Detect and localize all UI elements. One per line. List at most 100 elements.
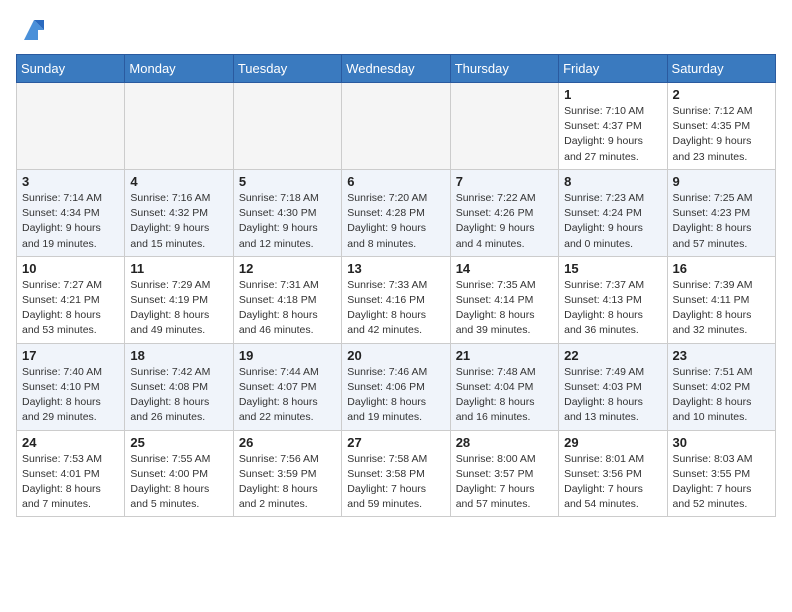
calendar-cell xyxy=(450,83,558,170)
day-number: 4 xyxy=(130,174,227,189)
calendar-cell: 23 Sunrise: 7:51 AM Sunset: 4:02 PM Dayli… xyxy=(667,343,775,430)
calendar-cell: 2 Sunrise: 7:12 AM Sunset: 4:35 PM Daylig… xyxy=(667,83,775,170)
day-info: Sunrise: 8:00 AM Sunset: 3:57 PM Dayligh… xyxy=(456,452,553,513)
day-info: Sunrise: 8:01 AM Sunset: 3:56 PM Dayligh… xyxy=(564,452,661,513)
calendar-week-row: 10 Sunrise: 7:27 AM Sunset: 4:21 PM Dayli… xyxy=(17,256,776,343)
day-info: Sunrise: 7:56 AM Sunset: 3:59 PM Dayligh… xyxy=(239,452,336,513)
day-info: Sunrise: 7:46 AM Sunset: 4:06 PM Dayligh… xyxy=(347,365,444,426)
calendar-cell: 10 Sunrise: 7:27 AM Sunset: 4:21 PM Dayli… xyxy=(17,256,125,343)
calendar-cell: 14 Sunrise: 7:35 AM Sunset: 4:14 PM Dayli… xyxy=(450,256,558,343)
day-number: 1 xyxy=(564,87,661,102)
calendar-cell: 20 Sunrise: 7:46 AM Sunset: 4:06 PM Dayli… xyxy=(342,343,450,430)
day-info: Sunrise: 7:29 AM Sunset: 4:19 PM Dayligh… xyxy=(130,278,227,339)
day-info: Sunrise: 7:40 AM Sunset: 4:10 PM Dayligh… xyxy=(22,365,119,426)
day-info: Sunrise: 7:58 AM Sunset: 3:58 PM Dayligh… xyxy=(347,452,444,513)
calendar-cell: 9 Sunrise: 7:25 AM Sunset: 4:23 PM Daylig… xyxy=(667,169,775,256)
day-info: Sunrise: 7:20 AM Sunset: 4:28 PM Dayligh… xyxy=(347,191,444,252)
day-number: 16 xyxy=(673,261,770,276)
day-number: 27 xyxy=(347,435,444,450)
day-number: 3 xyxy=(22,174,119,189)
calendar-week-row: 3 Sunrise: 7:14 AM Sunset: 4:34 PM Daylig… xyxy=(17,169,776,256)
day-info: Sunrise: 7:23 AM Sunset: 4:24 PM Dayligh… xyxy=(564,191,661,252)
day-number: 30 xyxy=(673,435,770,450)
day-number: 7 xyxy=(456,174,553,189)
day-info: Sunrise: 7:14 AM Sunset: 4:34 PM Dayligh… xyxy=(22,191,119,252)
day-number: 15 xyxy=(564,261,661,276)
day-number: 29 xyxy=(564,435,661,450)
calendar-week-row: 17 Sunrise: 7:40 AM Sunset: 4:10 PM Dayli… xyxy=(17,343,776,430)
calendar-header-row: SundayMondayTuesdayWednesdayThursdayFrid… xyxy=(17,55,776,83)
day-header-wednesday: Wednesday xyxy=(342,55,450,83)
calendar-cell xyxy=(17,83,125,170)
day-number: 28 xyxy=(456,435,553,450)
day-number: 2 xyxy=(673,87,770,102)
day-number: 25 xyxy=(130,435,227,450)
day-number: 8 xyxy=(564,174,661,189)
day-info: Sunrise: 7:22 AM Sunset: 4:26 PM Dayligh… xyxy=(456,191,553,252)
day-info: Sunrise: 7:37 AM Sunset: 4:13 PM Dayligh… xyxy=(564,278,661,339)
day-number: 19 xyxy=(239,348,336,363)
day-header-saturday: Saturday xyxy=(667,55,775,83)
day-info: Sunrise: 7:35 AM Sunset: 4:14 PM Dayligh… xyxy=(456,278,553,339)
calendar-cell: 27 Sunrise: 7:58 AM Sunset: 3:58 PM Dayli… xyxy=(342,430,450,517)
calendar-cell: 29 Sunrise: 8:01 AM Sunset: 3:56 PM Dayli… xyxy=(559,430,667,517)
calendar-cell: 18 Sunrise: 7:42 AM Sunset: 4:08 PM Dayli… xyxy=(125,343,233,430)
calendar-cell: 24 Sunrise: 7:53 AM Sunset: 4:01 PM Dayli… xyxy=(17,430,125,517)
calendar-cell: 19Sunrise: 7:44 AM Sunset: 4:07 PM Dayli… xyxy=(233,343,341,430)
calendar-week-row: 1 Sunrise: 7:10 AM Sunset: 4:37 PM Daylig… xyxy=(17,83,776,170)
day-number: 22 xyxy=(564,348,661,363)
day-info: Sunrise: 7:49 AM Sunset: 4:03 PM Dayligh… xyxy=(564,365,661,426)
calendar-cell: 26 Sunrise: 7:56 AM Sunset: 3:59 PM Dayli… xyxy=(233,430,341,517)
day-info: Sunrise: 7:10 AM Sunset: 4:37 PM Dayligh… xyxy=(564,104,661,165)
calendar-cell: 6 Sunrise: 7:20 AM Sunset: 4:28 PM Daylig… xyxy=(342,169,450,256)
day-number: 18 xyxy=(130,348,227,363)
calendar-cell: 5 Sunrise: 7:18 AM Sunset: 4:30 PM Daylig… xyxy=(233,169,341,256)
calendar-cell: 22 Sunrise: 7:49 AM Sunset: 4:03 PM Dayli… xyxy=(559,343,667,430)
calendar-cell xyxy=(125,83,233,170)
day-number: 20 xyxy=(347,348,444,363)
day-info: Sunrise: 7:25 AM Sunset: 4:23 PM Dayligh… xyxy=(673,191,770,252)
day-number: 9 xyxy=(673,174,770,189)
header xyxy=(16,16,776,44)
calendar-cell xyxy=(233,83,341,170)
calendar-cell: 28 Sunrise: 8:00 AM Sunset: 3:57 PM Dayli… xyxy=(450,430,558,517)
day-info: Sunrise: 7:51 AM Sunset: 4:02 PM Dayligh… xyxy=(673,365,770,426)
calendar-cell: 16Sunrise: 7:39 AM Sunset: 4:11 PM Dayli… xyxy=(667,256,775,343)
calendar-cell: 7 Sunrise: 7:22 AM Sunset: 4:26 PM Daylig… xyxy=(450,169,558,256)
day-number: 13 xyxy=(347,261,444,276)
logo-icon xyxy=(20,16,48,44)
day-header-friday: Friday xyxy=(559,55,667,83)
day-info: Sunrise: 7:48 AM Sunset: 4:04 PM Dayligh… xyxy=(456,365,553,426)
logo xyxy=(16,16,48,44)
day-number: 10 xyxy=(22,261,119,276)
day-number: 14 xyxy=(456,261,553,276)
calendar-cell: 13 Sunrise: 7:33 AM Sunset: 4:16 PM Dayli… xyxy=(342,256,450,343)
calendar-cell: 17 Sunrise: 7:40 AM Sunset: 4:10 PM Dayli… xyxy=(17,343,125,430)
day-number: 5 xyxy=(239,174,336,189)
day-info: Sunrise: 7:53 AM Sunset: 4:01 PM Dayligh… xyxy=(22,452,119,513)
calendar-cell: 8 Sunrise: 7:23 AM Sunset: 4:24 PM Daylig… xyxy=(559,169,667,256)
calendar: SundayMondayTuesdayWednesdayThursdayFrid… xyxy=(16,54,776,517)
day-number: 12 xyxy=(239,261,336,276)
calendar-cell: 12 Sunrise: 7:31 AM Sunset: 4:18 PM Dayli… xyxy=(233,256,341,343)
calendar-cell: 11 Sunrise: 7:29 AM Sunset: 4:19 PM Dayli… xyxy=(125,256,233,343)
day-number: 11 xyxy=(130,261,227,276)
calendar-cell: 1 Sunrise: 7:10 AM Sunset: 4:37 PM Daylig… xyxy=(559,83,667,170)
day-info: Sunrise: 7:31 AM Sunset: 4:18 PM Dayligh… xyxy=(239,278,336,339)
day-info: Sunrise: 7:18 AM Sunset: 4:30 PM Dayligh… xyxy=(239,191,336,252)
day-number: 21 xyxy=(456,348,553,363)
day-info: Sunrise: 7:55 AM Sunset: 4:00 PM Dayligh… xyxy=(130,452,227,513)
day-number: 17 xyxy=(22,348,119,363)
day-info: Sunrise: 7:42 AM Sunset: 4:08 PM Dayligh… xyxy=(130,365,227,426)
calendar-cell xyxy=(342,83,450,170)
day-info: Sunrise: 7:16 AM Sunset: 4:32 PM Dayligh… xyxy=(130,191,227,252)
day-info: Sunrise: 7:12 AM Sunset: 4:35 PM Dayligh… xyxy=(673,104,770,165)
day-info: Sunrise: 7:27 AM Sunset: 4:21 PM Dayligh… xyxy=(22,278,119,339)
day-info: Sunrise: 7:33 AM Sunset: 4:16 PM Dayligh… xyxy=(347,278,444,339)
day-number: 23 xyxy=(673,348,770,363)
day-number: 6 xyxy=(347,174,444,189)
calendar-cell: 30 Sunrise: 8:03 AM Sunset: 3:55 PM Dayli… xyxy=(667,430,775,517)
day-number: 24 xyxy=(22,435,119,450)
day-info: Sunrise: 8:03 AM Sunset: 3:55 PM Dayligh… xyxy=(673,452,770,513)
day-number: 26 xyxy=(239,435,336,450)
